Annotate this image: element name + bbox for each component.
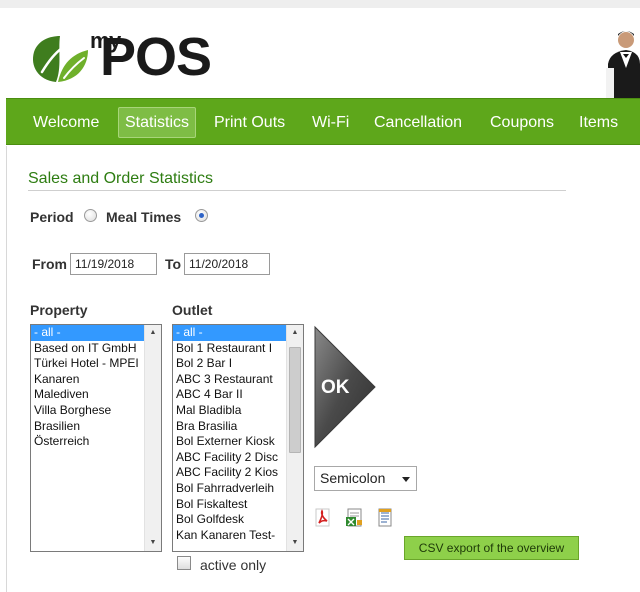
text-file-icon[interactable] xyxy=(376,508,394,528)
scroll-down-icon[interactable]: ▼ xyxy=(145,535,161,551)
property-option[interactable]: Malediven xyxy=(31,387,144,403)
to-date-input[interactable]: 11/20/2018 xyxy=(184,253,270,275)
property-option[interactable]: Österreich xyxy=(31,434,144,450)
meal-times-radio[interactable] xyxy=(195,209,208,222)
outlet-option[interactable]: Mal Bladibla xyxy=(173,403,286,419)
scroll-down-icon[interactable]: ▼ xyxy=(287,535,303,551)
separator-select[interactable]: Semicolon xyxy=(314,466,417,491)
outlet-option[interactable]: Kan Kanaren Test- xyxy=(173,528,286,544)
scroll-thumb[interactable] xyxy=(289,347,301,453)
nav-print-outs[interactable]: Print Outs xyxy=(214,99,285,146)
outlet-option[interactable]: ABC 4 Bar II xyxy=(173,387,286,403)
period-radio[interactable] xyxy=(84,209,97,222)
pdf-icon[interactable] xyxy=(314,508,332,528)
nav-statistics[interactable]: Statistics xyxy=(118,107,197,138)
ok-label: OK xyxy=(321,377,350,398)
outlet-option[interactable]: Bol Externer Kiosk xyxy=(173,434,286,450)
nav-wifi[interactable]: Wi-Fi xyxy=(312,99,349,146)
active-only-label: active only xyxy=(200,557,267,573)
from-label: From xyxy=(32,256,67,272)
property-option[interactable]: Kanaren xyxy=(31,372,144,388)
waiter-avatar-icon xyxy=(606,31,640,102)
outlet-option[interactable]: Bol 1 Restaurant I xyxy=(173,341,286,357)
outlet-option[interactable]: ABC Facility 2 Kios xyxy=(173,465,286,481)
active-only-checkbox[interactable] xyxy=(177,556,191,570)
ok-button[interactable]: OK xyxy=(313,325,377,449)
nav-cancellation[interactable]: Cancellation xyxy=(374,99,462,146)
outlet-option[interactable]: ABC 3 Restaurant xyxy=(173,372,286,388)
title-divider xyxy=(28,190,566,191)
to-label: To xyxy=(165,256,182,272)
header: my POS xyxy=(0,8,640,102)
property-option[interactable]: Türkei Hotel - MPEI xyxy=(31,356,144,372)
property-listbox[interactable]: - all - Based on IT GmbH Türkei Hotel - … xyxy=(30,324,162,552)
outlet-option[interactable]: Bol 2 Bar I xyxy=(173,356,286,372)
outlet-option[interactable]: Bol Golfdesk xyxy=(173,512,286,528)
outlet-listbox[interactable]: - all - Bol 1 Restaurant I Bol 2 Bar I A… xyxy=(172,324,304,552)
property-option[interactable]: Brasilien xyxy=(31,419,144,435)
separator-value: Semicolon xyxy=(320,470,386,486)
outlet-label: Outlet xyxy=(172,302,213,318)
property-scrollbar[interactable]: ▲ ▼ xyxy=(144,325,161,551)
outlet-option[interactable]: Bol Fiskaltest xyxy=(173,497,286,513)
meal-times-label: Meal Times xyxy=(106,209,182,225)
scroll-up-icon[interactable]: ▲ xyxy=(145,325,161,341)
main-nav: Welcome Statistics Print Outs Wi-Fi Canc… xyxy=(6,98,640,145)
page-title: Sales and Order Statistics xyxy=(28,170,213,187)
property-option[interactable]: Based on IT GmbH xyxy=(31,341,144,357)
nav-items[interactable]: Items xyxy=(579,99,618,146)
nav-welcome[interactable]: Welcome xyxy=(33,99,99,146)
excel-icon[interactable] xyxy=(345,508,363,528)
property-option[interactable]: Villa Borghese xyxy=(31,403,144,419)
outlet-option[interactable]: ABC Facility 2 Disc xyxy=(173,450,286,466)
period-label: Period xyxy=(30,209,74,225)
scroll-up-icon[interactable]: ▲ xyxy=(287,325,303,341)
property-label: Property xyxy=(30,302,88,318)
outlet-option[interactable]: Bra Brasilia xyxy=(173,419,286,435)
logo-pos-text: POS xyxy=(100,27,212,87)
outlet-option[interactable]: Bol Fahrradverleih xyxy=(173,481,286,497)
csv-export-button[interactable]: CSV export of the overview xyxy=(404,536,579,560)
from-date-input[interactable]: 11/19/2018 xyxy=(70,253,157,275)
mypos-logo: my POS xyxy=(28,26,228,90)
property-option[interactable]: - all - xyxy=(31,325,144,341)
outlet-scrollbar[interactable]: ▲ ▼ xyxy=(286,325,303,551)
top-strip xyxy=(0,0,640,8)
chevron-down-icon xyxy=(402,477,410,482)
leaf-logo-icon xyxy=(32,36,88,82)
outlet-option[interactable]: - all - xyxy=(173,325,286,341)
nav-coupons[interactable]: Coupons xyxy=(490,99,554,146)
